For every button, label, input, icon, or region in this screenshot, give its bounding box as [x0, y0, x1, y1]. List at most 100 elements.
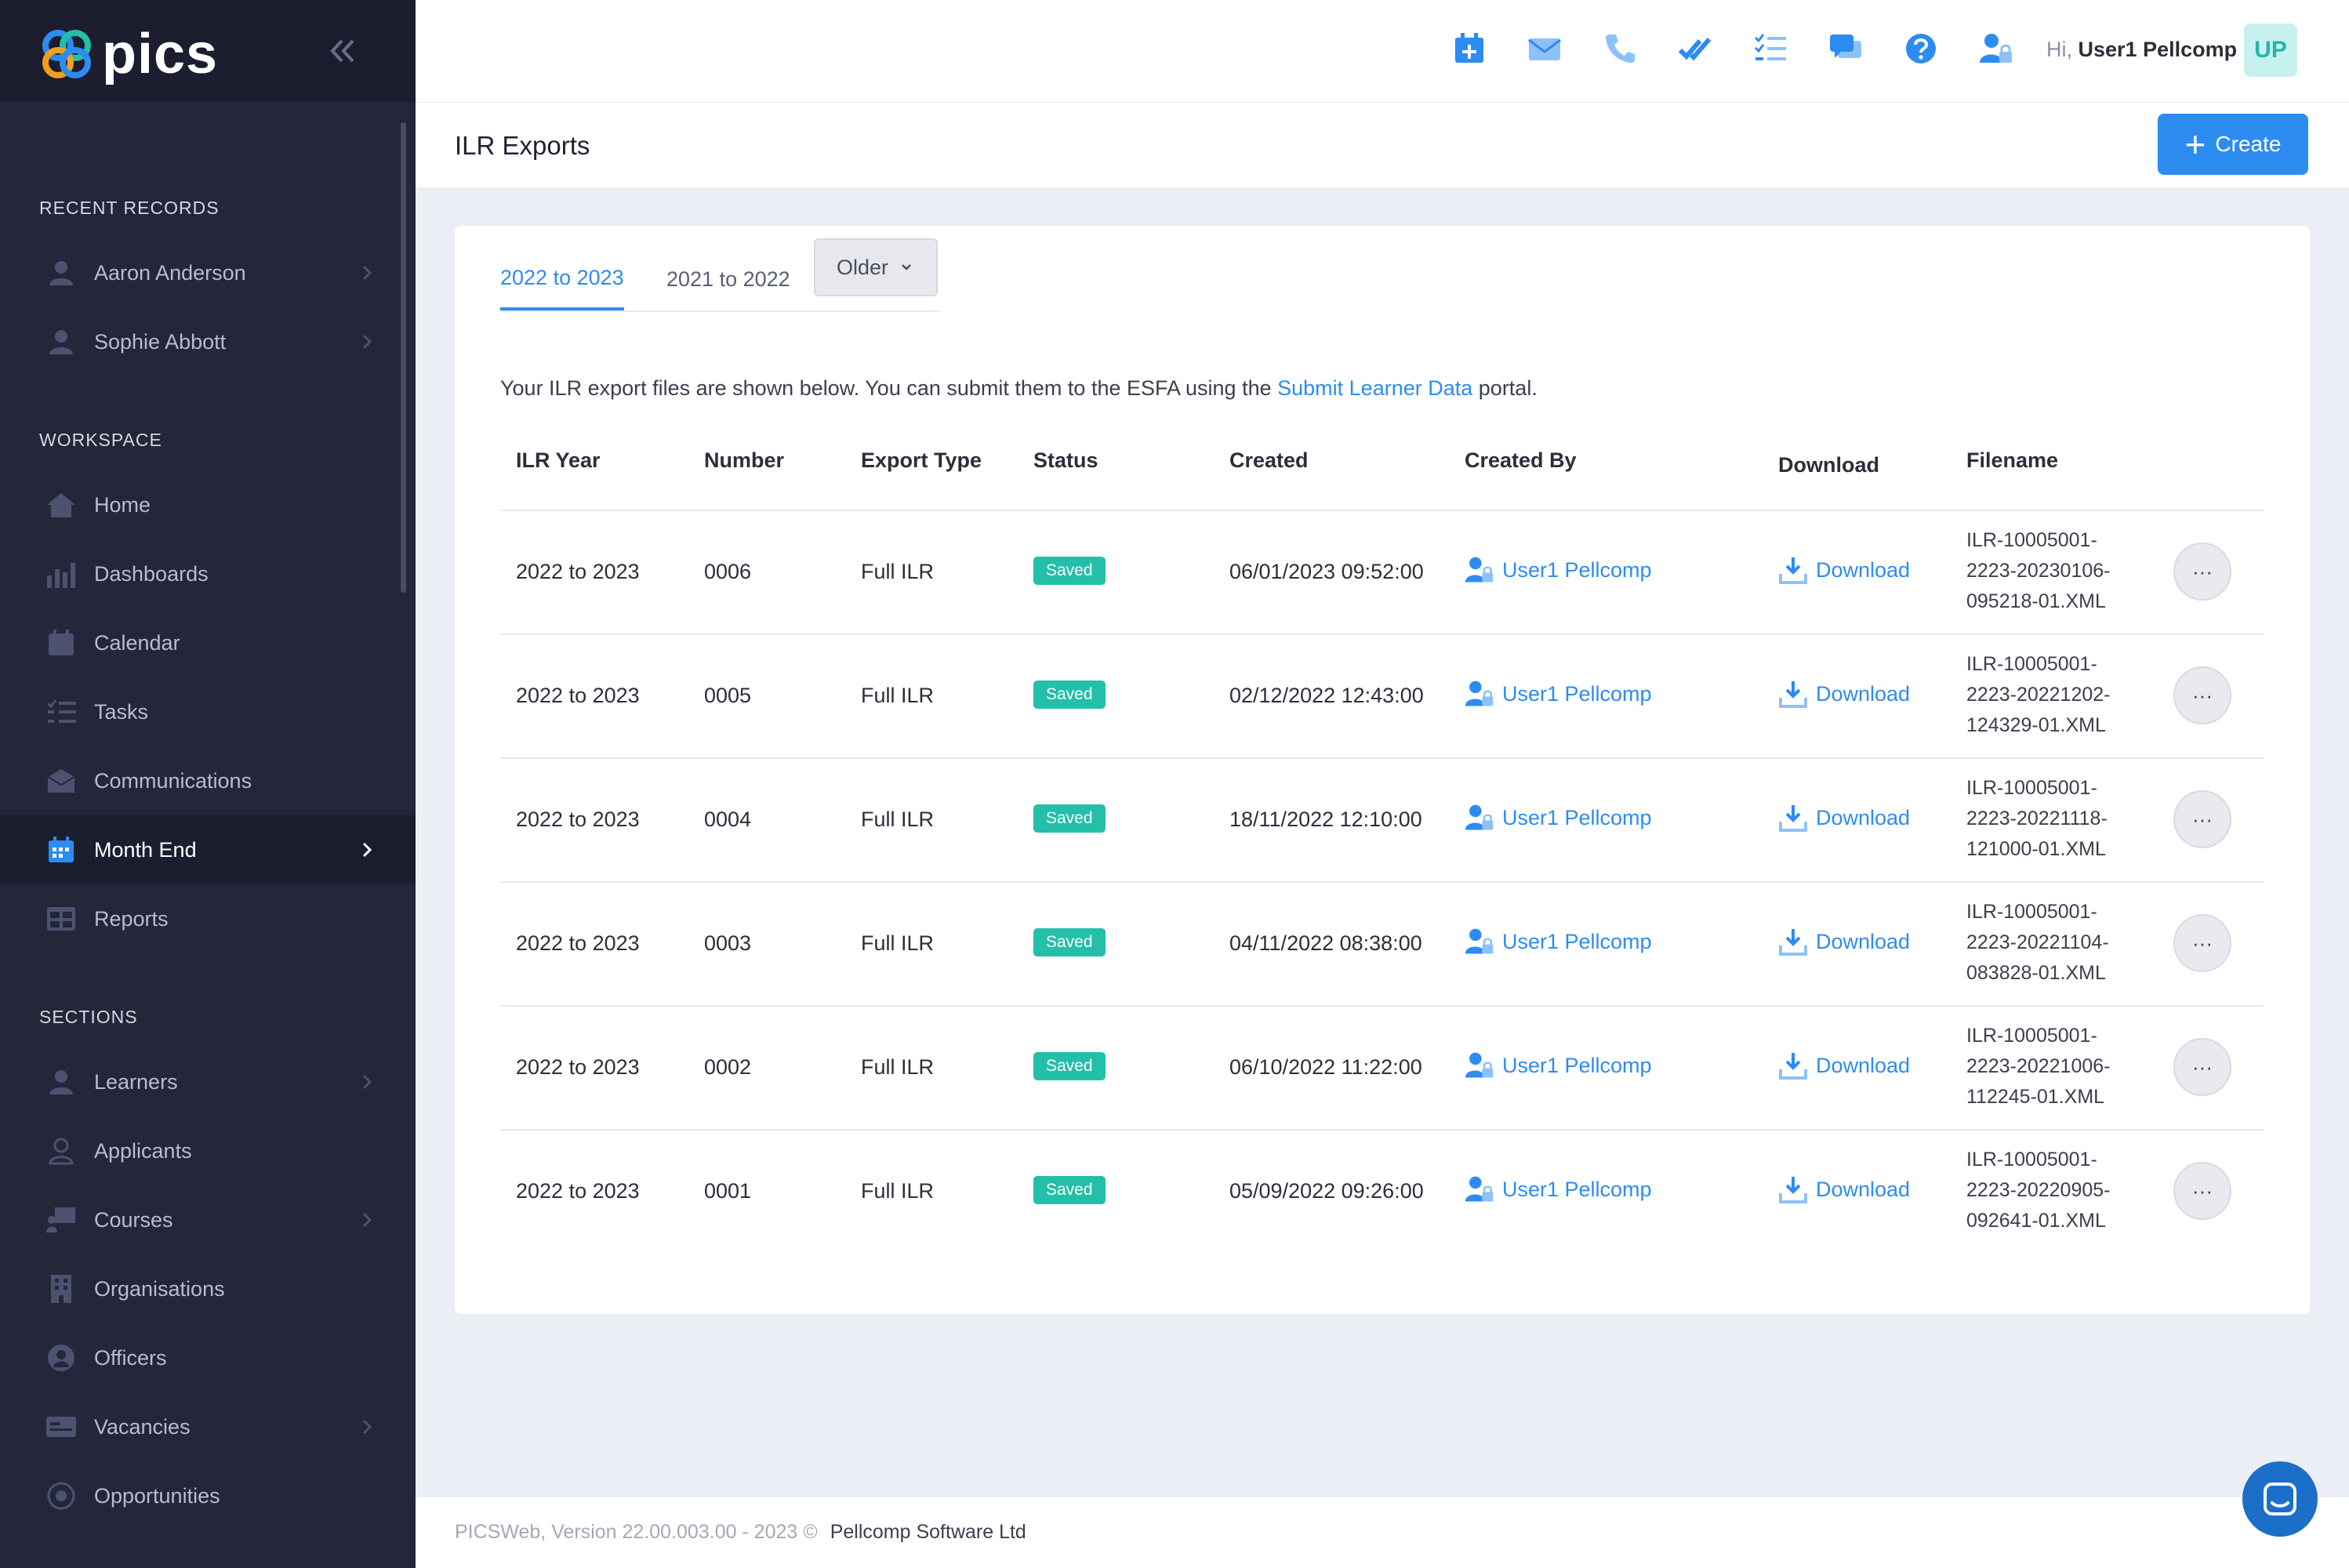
section-title-recent: RECENT RECORDS [39, 198, 220, 218]
filename-line: 2223-20221006- [1966, 1055, 2111, 1077]
cell-export-type: Full ILR [861, 931, 935, 955]
sidebar-item-officers[interactable]: Officers [0, 1323, 416, 1392]
sidebar-item-dashboards[interactable]: Dashboards [0, 539, 416, 608]
created-by-link[interactable]: User1 Pellcomp [1465, 1051, 1652, 1080]
created-by-link[interactable]: User1 Pellcomp [1465, 1174, 1652, 1204]
filename-line: 121000-01.XML [1966, 838, 2106, 860]
sidebar-item-label: Opportunities [94, 1483, 220, 1508]
more-options-button[interactable]: ··· [2173, 1038, 2231, 1096]
created-by-link[interactable]: User1 Pellcomp [1465, 927, 1652, 956]
year-tabs: 2022 to 2023 2021 to 2022 Older [500, 238, 939, 312]
created-by-name: User1 Pellcomp [1502, 929, 1652, 953]
download-link[interactable]: Download [1778, 927, 1910, 956]
created-by-link[interactable]: User1 Pellcomp [1465, 803, 1652, 833]
download-label: Download [1816, 557, 1911, 582]
download-link[interactable]: Download [1778, 679, 1910, 709]
status-badge: Saved [1033, 928, 1106, 956]
person-icon [45, 326, 77, 358]
sidebar-item-calendar[interactable]: Calendar [0, 608, 416, 677]
column-header-number: Number [704, 448, 785, 472]
support-chat-button[interactable] [2242, 1461, 2318, 1537]
recent-record-sophie-abbott[interactable]: Sophie Abbott [0, 307, 416, 376]
download-link[interactable]: Download [1778, 1051, 1910, 1080]
older-dropdown[interactable]: Older [814, 238, 938, 296]
logo-text: pics [102, 23, 219, 85]
filename-line: ILR-10005001- [1966, 1025, 2097, 1047]
table-row: 2022 to 2023 0004 Full ILR Saved 18/11/2… [500, 757, 2264, 883]
presentation-icon [45, 1204, 77, 1236]
sidebar-item-courses[interactable]: Courses [0, 1185, 416, 1254]
collapse-sidebar-icon[interactable] [325, 33, 361, 69]
user-lock-icon [1465, 681, 1494, 706]
calendar-check-icon [45, 834, 77, 866]
more-options-button[interactable]: ··· [2173, 543, 2231, 601]
sidebar-item-communications[interactable]: Communications [0, 746, 416, 815]
created-by-link[interactable]: User1 Pellcomp [1465, 555, 1652, 585]
sidebar-item-label: Applicants [94, 1138, 192, 1163]
download-link[interactable]: Download [1778, 803, 1910, 833]
cell-filename: ILR-10005001- 2223-20230106- 095218-01.X… [1966, 525, 2155, 617]
user-lock-icon[interactable] [1979, 31, 2013, 66]
avatar[interactable]: UP [2244, 24, 2297, 77]
tab-2022-to-2023[interactable]: 2022 to 2023 [500, 248, 624, 310]
sidebar-item-label: Courses [94, 1207, 173, 1232]
footer-version: PICSWeb, Version 22.00.003.00 - 2023 © [455, 1521, 818, 1543]
more-options-button[interactable]: ··· [2173, 914, 2231, 972]
calendar-add-icon[interactable] [1452, 31, 1487, 66]
created-by-name: User1 Pellcomp [1502, 681, 1652, 706]
sidebar-item-reports[interactable]: Reports [0, 884, 416, 953]
recent-record-aaron-anderson[interactable]: Aaron Anderson [0, 238, 416, 307]
phone-icon[interactable] [1603, 31, 1637, 66]
more-options-button[interactable]: ··· [2173, 790, 2231, 848]
user-lock-icon [1465, 804, 1494, 830]
footer-text: PICSWeb, Version 22.00.003.00 - 2023 © Pe… [455, 1521, 1026, 1544]
sidebar-item-month-end[interactable]: Month End [0, 815, 416, 884]
download-link[interactable]: Download [1778, 1174, 1910, 1204]
sidebar-item-opportunities[interactable]: Opportunities [0, 1461, 416, 1530]
sidebar-item-home[interactable]: Home [0, 470, 416, 539]
mail-icon[interactable] [1527, 31, 1562, 66]
tab-2021-to-2022[interactable]: 2021 to 2022 [666, 248, 790, 310]
status-badge: Saved [1033, 681, 1106, 709]
chevron-right-icon [362, 1212, 372, 1228]
download-label: Download [1816, 1177, 1911, 1201]
help-icon[interactable] [1904, 31, 1938, 66]
double-check-icon[interactable] [1678, 31, 1712, 66]
chevron-right-icon [362, 265, 372, 281]
status-badge: Saved [1033, 1052, 1106, 1080]
sidebar-item-learners[interactable]: Learners [0, 1047, 416, 1116]
submit-learner-data-link[interactable]: Submit Learner Data [1277, 376, 1472, 400]
exports-card: 2022 to 2023 2021 to 2022 Older Your ILR… [455, 226, 2310, 1314]
column-header-status: Status [1033, 448, 1098, 472]
page-header: ILR Exports + Create [416, 103, 2349, 187]
sidebar: pics RECENT RECORDS Aaron Anderson Sophi… [0, 0, 416, 1568]
sidebar-item-organisations[interactable]: Organisations [0, 1254, 416, 1323]
create-button[interactable]: + Create [2158, 114, 2308, 175]
cell-ilr-year: 2022 to 2023 [516, 1055, 640, 1079]
column-header-download: Download [1778, 453, 1879, 477]
filename-line: 2223-20230106- [1966, 560, 2111, 582]
sidebar-item-applicants[interactable]: Applicants [0, 1116, 416, 1185]
user-name: User1 Pellcomp [2078, 38, 2238, 61]
filename-line: 095218-01.XML [1966, 590, 2106, 612]
download-icon [1779, 929, 1807, 956]
sidebar-item-vacancies[interactable]: Vacancies [0, 1392, 416, 1461]
table-row: 2022 to 2023 0002 Full ILR Saved 06/10/2… [500, 1005, 2264, 1131]
logo[interactable]: pics [39, 22, 218, 86]
status-badge: Saved [1033, 557, 1106, 585]
intro-after: portal. [1478, 376, 1538, 400]
task-list-icon[interactable] [1753, 31, 1788, 66]
cell-export-type: Full ILR [861, 560, 935, 583]
sidebar-item-tasks[interactable]: Tasks [0, 677, 416, 746]
more-options-button[interactable]: ··· [2173, 1162, 2231, 1220]
filename-line: ILR-10005001- [1966, 1149, 2097, 1171]
greeting-prefix: Hi, [2046, 38, 2072, 61]
more-options-button[interactable]: ··· [2173, 666, 2231, 724]
filename-line: 124329-01.XML [1966, 714, 2106, 736]
chat-icon[interactable] [1828, 31, 1863, 66]
download-link[interactable]: Download [1778, 555, 1910, 585]
created-by-link[interactable]: User1 Pellcomp [1465, 679, 1652, 709]
older-label: Older [836, 255, 889, 279]
cell-created: 05/09/2022 09:26:00 [1229, 1179, 1424, 1203]
section-title-workspace: WORKSPACE [39, 430, 162, 450]
